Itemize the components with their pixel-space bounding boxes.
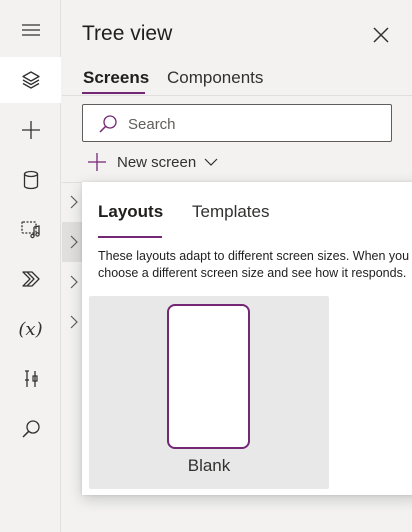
chevron-right-icon (70, 275, 78, 289)
plus-icon (21, 121, 40, 139)
new-screen-button[interactable]: New screen (86, 150, 218, 174)
search-rail-button[interactable] (0, 406, 61, 452)
layout-card-blank[interactable]: Blank (89, 296, 329, 489)
left-rail: (x) (0, 0, 61, 532)
power-automate-button[interactable] (0, 256, 61, 302)
blank-phone-thumbnail (167, 304, 250, 449)
tree-row[interactable] (62, 262, 82, 302)
power-automate-icon (21, 271, 40, 287)
search-icon (21, 420, 40, 438)
layout-card-label: Blank (187, 456, 231, 475)
chevron-right-icon (70, 315, 78, 329)
close-icon (373, 27, 389, 43)
tools-icon (24, 370, 38, 387)
layers-icon (21, 71, 40, 89)
menu-button[interactable] (0, 7, 61, 53)
description-line: choose a different screen size and see h… (98, 266, 407, 280)
variables-button[interactable]: (x) (0, 306, 61, 352)
insert-button[interactable] (0, 107, 61, 153)
new-screen-flyout: Layouts Templates These layouts adapt to… (82, 182, 412, 495)
search-icon (99, 115, 117, 133)
tab-screens[interactable]: Screens (83, 68, 149, 88)
tab-layouts[interactable]: Layouts (98, 202, 163, 222)
tab-templates[interactable]: Templates (192, 202, 269, 222)
chevron-right-icon (70, 235, 78, 249)
tree-row[interactable] (62, 302, 82, 342)
layouts-description: These layouts adapt to different screen … (98, 248, 412, 282)
database-icon (23, 170, 38, 190)
panel-title: Tree view (82, 22, 173, 45)
advanced-tools-button[interactable] (0, 356, 61, 402)
tree-view-button[interactable] (0, 57, 61, 103)
tab-selected-indicator (82, 92, 145, 94)
chevron-right-icon (70, 195, 78, 209)
hamburger-menu-icon (21, 24, 40, 36)
media-button[interactable] (0, 206, 61, 252)
search-input[interactable] (128, 114, 378, 134)
tree-row[interactable] (62, 222, 82, 262)
tree-row[interactable] (62, 182, 82, 222)
variables-icon: (x) (18, 318, 43, 340)
search-box (82, 104, 392, 142)
flyout-tab-indicator (98, 236, 162, 238)
tab-components[interactable]: Components (167, 68, 263, 88)
chevron-down-icon (204, 158, 218, 166)
plus-icon (88, 153, 106, 171)
new-screen-label: New screen (117, 153, 197, 171)
description-line: These layouts adapt to different screen … (98, 249, 410, 263)
data-button[interactable] (0, 157, 61, 203)
media-icon (20, 221, 40, 239)
close-button[interactable] (370, 24, 392, 46)
tabs-divider (62, 95, 412, 96)
